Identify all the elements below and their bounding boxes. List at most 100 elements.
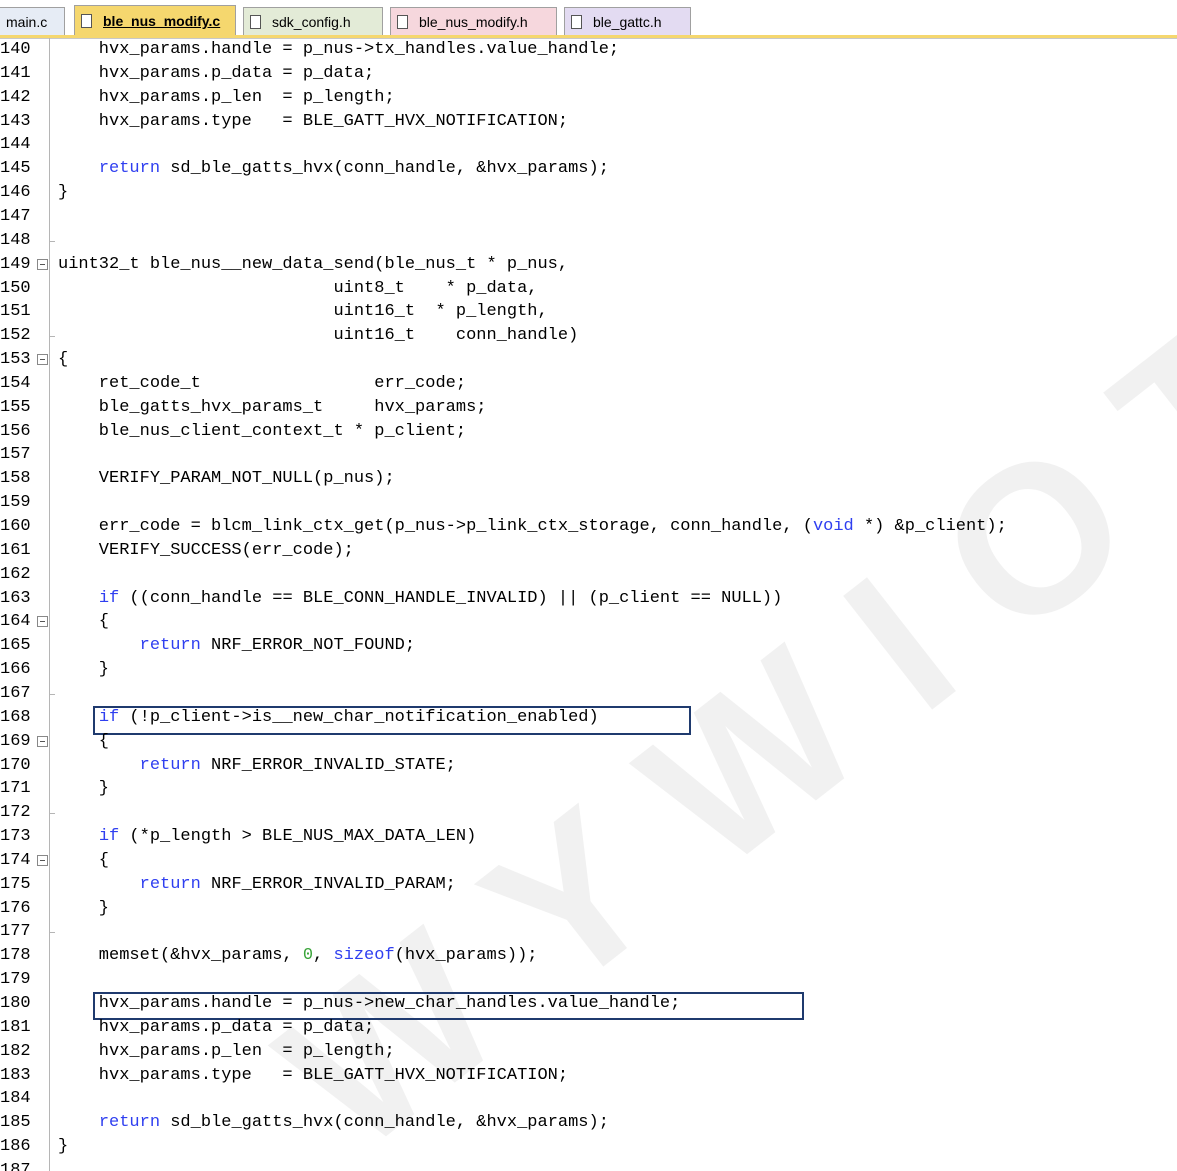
code-line[interactable]: 168 if (!p_client->is__new_char_notifica… [0,706,1177,730]
code-line[interactable]: 169 { [0,730,1177,754]
code-text: if (*p_length > BLE_NUS_MAX_DATA_LEN) [58,825,476,849]
code-line[interactable]: 179 [0,968,1177,992]
fold-collapse-icon[interactable] [37,735,48,747]
fold-end-marker [49,336,55,338]
code-line[interactable]: 156 ble_nus_client_context_t * p_client; [0,420,1177,444]
code-text: err_code = blcm_link_ctx_get(p_nus->p_li… [58,515,1007,539]
code-line[interactable]: 175 return NRF_ERROR_INVALID_PARAM; [0,873,1177,897]
code-line[interactable]: 148 [0,229,1177,253]
code-line[interactable]: 176 } [0,897,1177,921]
code-text: } [58,658,109,682]
line-number: 164 [0,612,31,632]
code-token: uint8_t * p_data, [58,278,538,298]
code-line[interactable]: 144 [0,133,1177,157]
code-token: uint16_t * p_length, [58,302,548,322]
line-number: 170 [0,755,31,775]
code-line[interactable]: 181 hvx_params.p_data = p_data; [0,1016,1177,1040]
fold-collapse-icon[interactable] [37,616,48,628]
code-token: } [58,183,69,203]
tab-ble-nus-modify-h[interactable]: ble_nus_modify.h [390,7,557,35]
code-token: memset(&hvx_params, [58,946,303,966]
tab-main-c[interactable]: main.c [0,7,65,35]
fold-end-marker [49,932,55,934]
code-token: ble_gatts_hvx_params_t hvx_params; [58,397,487,417]
code-line[interactable]: 164 { [0,610,1177,634]
code-text: { [58,610,109,634]
code-line[interactable]: 152 uint16_t conn_handle) [0,324,1177,348]
tab-sdk-config-h[interactable]: sdk_config.h [243,7,383,35]
code-text: hvx_params.type = BLE_GATT_HVX_NOTIFICAT… [58,1064,568,1088]
keyword-token: void [812,517,854,536]
code-line[interactable]: 142 hvx_params.p_len = p_length; [0,86,1177,110]
fold-collapse-icon[interactable] [37,258,48,270]
fold-end-marker [49,693,55,695]
code-line[interactable]: 183 hvx_params.type = BLE_GATT_HVX_NOTIF… [0,1064,1177,1088]
code-line[interactable]: 186} [0,1135,1177,1159]
code-line[interactable]: 182 hvx_params.p_len = p_length; [0,1040,1177,1064]
code-line[interactable]: 143 hvx_params.type = BLE_GATT_HVX_NOTIF… [0,110,1177,134]
code-token: *) &p_client); [853,517,1007,536]
code-text: memset(&hvx_params, 0, sizeof(hvx_params… [58,944,538,968]
code-line[interactable]: 177 [0,920,1177,944]
code-line[interactable]: 163 if ((conn_handle == BLE_CONN_HANDLE_… [0,587,1177,611]
code-token: hvx_params.type = BLE_GATT_HVX_NOTIFICAT… [58,111,569,131]
code-line[interactable]: 150 uint8_t * p_data, [0,277,1177,301]
tab-ble-gattc-h[interactable]: ble_gattc.h [564,7,691,35]
code-line[interactable]: 174 { [0,849,1177,873]
code-line[interactable]: 154 ret_code_t err_code; [0,372,1177,396]
code-line[interactable]: 162 [0,563,1177,587]
code-line[interactable]: 151 uint16_t * p_length, [0,300,1177,324]
code-text: return NRF_ERROR_INVALID_PARAM; [58,873,456,897]
code-line[interactable]: 185 return sd_ble_gatts_hvx(conn_handle,… [0,1111,1177,1135]
code-line[interactable]: 153 { [0,348,1177,372]
keyword-token: if [98,588,120,608]
code-line[interactable]: 166 } [0,658,1177,682]
code-line[interactable]: 146} [0,181,1177,205]
code-token: (!p_client->is__new_char_notification_en… [119,707,599,727]
code-line[interactable]: 155 ble_gatts_hvx_params_t hvx_params; [0,396,1177,420]
fold-collapse-icon[interactable] [37,354,48,366]
code-line[interactable]: 165 return NRF_ERROR_NOT_FOUND; [0,634,1177,658]
line-number: 176 [0,898,31,918]
line-number: 168 [0,707,31,727]
code-line[interactable]: 184 [0,1087,1177,1111]
code-token: VERIFY_SUCCESS(err_code); [58,540,354,560]
code-token: uint32_t ble_nus__new_data_send(ble_nus_… [58,254,569,274]
number-token: 0 [302,946,314,966]
code-line[interactable]: 149 uint32_t ble_nus__new_data_send(ble_n… [0,253,1177,277]
code-text: ble_gatts_hvx_params_t hvx_params; [58,396,487,420]
code-line[interactable]: 160 err_code = blcm_link_ctx_get(p_nus->… [0,515,1177,539]
line-number: 147 [0,206,31,226]
code-line[interactable]: 173 if (*p_length > BLE_NUS_MAX_DATA_LEN… [0,825,1177,849]
fold-collapse-icon[interactable] [37,854,48,866]
keyword-token: return [139,874,201,894]
code-line[interactable]: 141 hvx_params.p_data = p_data; [0,62,1177,86]
code-line[interactable]: 170 return NRF_ERROR_INVALID_STATE; [0,754,1177,778]
line-number: 163 [0,588,31,608]
line-number: 178 [0,946,31,966]
code-line[interactable]: 145 return sd_ble_gatts_hvx(conn_handle,… [0,157,1177,181]
line-number: 157 [0,445,31,465]
code-line[interactable]: 167 [0,682,1177,706]
code-token: { [58,850,110,870]
code-text: uint16_t * p_length, [58,300,548,324]
line-number: 175 [0,874,31,894]
code-line[interactable]: 187 [0,1159,1177,1171]
line-number: 179 [0,970,31,990]
code-line[interactable]: 147 [0,205,1177,229]
code-line[interactable]: 158 VERIFY_PARAM_NOT_NULL(p_nus); [0,467,1177,491]
code-line[interactable]: 159 [0,491,1177,515]
code-text: hvx_params.p_len = p_length; [58,86,395,110]
tab-ble-nus-modify-c[interactable]: ble_nus_modify.c [74,5,236,36]
code-line[interactable]: 157 [0,443,1177,467]
keyword-token: return [98,1113,161,1133]
code-editor[interactable]: WYWIOT 140 hvx_params.handle = p_nus->tx… [0,38,1177,1171]
code-line[interactable]: 180 hvx_params.handle = p_nus->new_char_… [0,992,1177,1016]
code-line[interactable]: 161 VERIFY_SUCCESS(err_code); [0,539,1177,563]
code-line[interactable]: 172 [0,801,1177,825]
code-line[interactable]: 178 memset(&hvx_params, 0, sizeof(hvx_pa… [0,944,1177,968]
code-line[interactable]: 171 } [0,777,1177,801]
code-line[interactable]: 140 hvx_params.handle = p_nus->tx_handle… [0,38,1177,62]
code-text: { [58,849,109,873]
